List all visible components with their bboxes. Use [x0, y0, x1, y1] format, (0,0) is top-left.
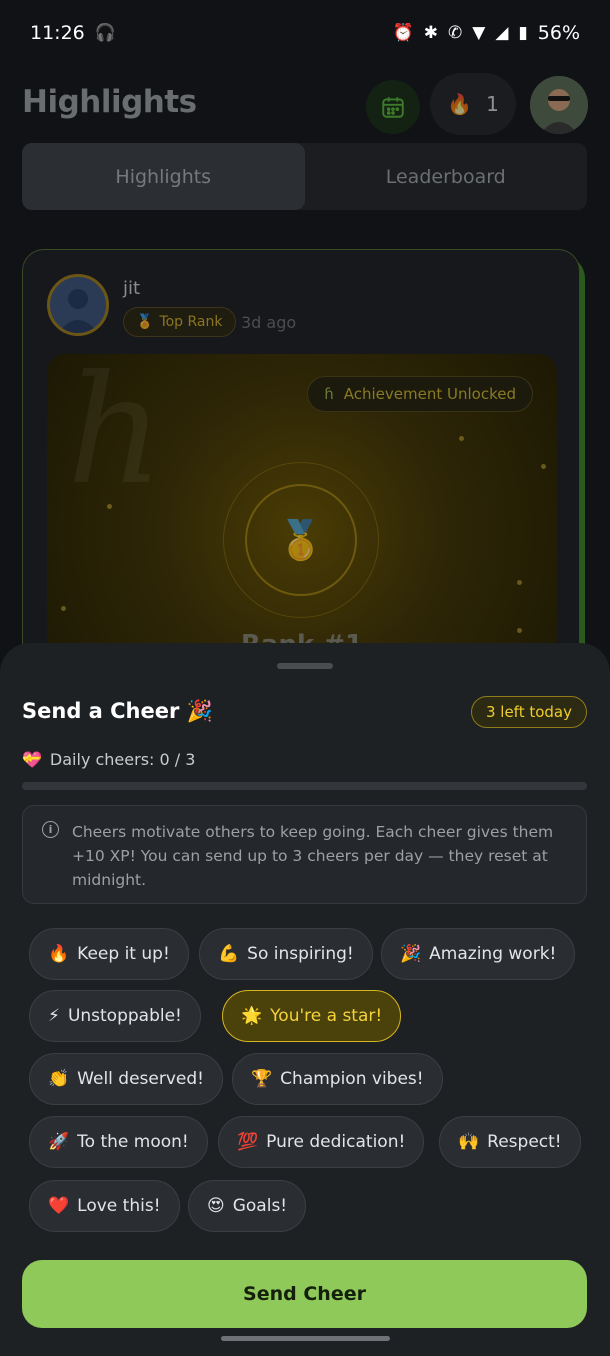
- chip-label: Goals!: [232, 1196, 288, 1216]
- alarm-icon: ⏰: [392, 22, 414, 43]
- cheer-chip-goals[interactable]: 😍 Goals!: [188, 1180, 307, 1232]
- cheers-left-badge: 3 left today: [470, 696, 587, 728]
- cheer-chip-well-deserved[interactable]: 👏 Well deserved!: [29, 1053, 223, 1105]
- medal-icon-large: 🥇: [245, 484, 357, 596]
- signal-icon: ◢: [495, 22, 509, 43]
- chip-label: Champion vibes!: [280, 1069, 424, 1089]
- cheer-chip-unstoppable[interactable]: ⚡ Unstoppable!: [29, 990, 201, 1042]
- profile-photo-icon: [530, 76, 588, 134]
- daily-cheers-progress: [22, 782, 587, 790]
- posted-time: 3d ago: [241, 313, 297, 332]
- chip-label: You're a star!: [270, 1006, 383, 1026]
- cheer-chip-amazing-work[interactable]: 🎉 Amazing work!: [381, 928, 576, 980]
- glowing-star-icon: 🌟: [241, 1005, 263, 1026]
- party-popper-icon: 🎉: [400, 943, 422, 964]
- sparkle: [459, 436, 464, 441]
- calendar-icon: [382, 97, 404, 118]
- streak-count: 1: [486, 92, 499, 116]
- status-bar: 11:26 🎧 ⏰ ✱ ✆ ▼ ◢ ▮ 56%: [0, 0, 610, 66]
- sheet-title: Send a Cheer 🎉: [22, 699, 213, 723]
- streak-counter[interactable]: 🔥 1: [430, 73, 516, 135]
- daily-cheers-label: Daily cheers: 0 / 3: [49, 750, 196, 769]
- rank-badge: 🏅 Top Rank: [123, 307, 236, 337]
- fire-icon: 🔥: [48, 943, 70, 964]
- achievement-badge-label: Achievement Unlocked: [343, 385, 516, 403]
- user-name: jit: [123, 278, 141, 299]
- fire-icon: 🔥: [447, 92, 473, 116]
- heart-eyes-icon: 😍: [207, 1195, 225, 1216]
- sparkle: [61, 606, 66, 611]
- hundred-points-icon: 💯: [237, 1131, 259, 1152]
- tab-highlights[interactable]: Highlights: [22, 143, 305, 210]
- chip-label: Well deserved!: [77, 1069, 204, 1089]
- cheer-chip-keep-it-up[interactable]: 🔥 Keep it up!: [29, 928, 189, 980]
- chip-label: Love this!: [77, 1196, 161, 1216]
- tab-leaderboard[interactable]: Leaderboard: [305, 143, 588, 210]
- medal-icon: 🏅: [136, 314, 154, 330]
- cheer-chip-love-this[interactable]: ❤️ Love this!: [29, 1180, 180, 1232]
- headphones-icon: 🎧: [94, 22, 116, 43]
- calendar-button[interactable]: [366, 80, 420, 134]
- cheer-chip-so-inspiring[interactable]: 💪 So inspiring!: [199, 928, 373, 980]
- rank-badge-label: Top Rank: [159, 314, 223, 330]
- achievement-banner: h ɦ Achievement Unlocked 🥇 Rank #1: [47, 354, 557, 668]
- cheer-chip-respect[interactable]: 🙌 Respect!: [439, 1116, 581, 1168]
- cheer-chip-youre-a-star[interactable]: 🌟 You're a star!: [222, 990, 402, 1042]
- achievement-badge: ɦ Achievement Unlocked: [307, 376, 533, 412]
- bluetooth-icon: ✱: [423, 22, 438, 43]
- lightning-icon: ⚡: [48, 1005, 60, 1026]
- app-logo-icon: ɦ: [324, 385, 334, 403]
- info-icon: i: [42, 821, 59, 838]
- chip-label: To the moon!: [77, 1132, 189, 1152]
- trophy-icon: 🏆: [251, 1068, 273, 1089]
- chip-label: Respect!: [487, 1132, 562, 1152]
- sparkle: [541, 464, 546, 469]
- user-avatar[interactable]: [47, 274, 109, 336]
- chip-label: Amazing work!: [429, 944, 557, 964]
- battery-percent: 56%: [537, 22, 580, 44]
- chip-label: Unstoppable!: [67, 1006, 182, 1026]
- wifi-calling-icon: ✆: [448, 22, 463, 43]
- raised-hands-icon: 🙌: [458, 1131, 480, 1152]
- chip-label: Keep it up!: [77, 944, 170, 964]
- send-cheer-sheet: Send a Cheer 🎉 3 left today 💝 Daily chee…: [0, 643, 610, 1356]
- info-text: Cheers motivate others to keep going. Ea…: [72, 823, 554, 889]
- daily-cheers-row: 💝 Daily cheers: 0 / 3: [22, 750, 195, 769]
- chip-label: So inspiring!: [247, 944, 354, 964]
- profile-avatar[interactable]: [530, 76, 588, 134]
- clapping-hands-icon: 👏: [48, 1068, 70, 1089]
- page-title: Highlights: [22, 84, 197, 120]
- user-placeholder-icon: [58, 289, 98, 333]
- cheer-chip-pure-dedication[interactable]: 💯 Pure dedication!: [218, 1116, 425, 1168]
- handshake-icon: 💝: [22, 750, 42, 769]
- red-heart-icon: ❤️: [48, 1195, 70, 1216]
- flexed-biceps-icon: 💪: [218, 943, 240, 964]
- segmented-tabs: Highlights Leaderboard: [22, 143, 587, 210]
- sparkle: [517, 580, 522, 585]
- sparkle: [107, 504, 112, 509]
- battery-icon: ▮: [518, 22, 528, 43]
- cheer-chip-champion-vibes[interactable]: 🏆 Champion vibes!: [232, 1053, 443, 1105]
- sheet-drag-handle[interactable]: [277, 663, 333, 669]
- send-cheer-button[interactable]: Send Cheer: [22, 1260, 587, 1328]
- home-indicator[interactable]: [221, 1336, 390, 1341]
- info-box: i Cheers motivate others to keep going. …: [22, 805, 587, 904]
- rocket-icon: 🚀: [48, 1131, 70, 1152]
- logo-watermark: h: [67, 354, 164, 518]
- wifi-icon: ▼: [472, 22, 486, 43]
- chip-label: Pure dedication!: [266, 1132, 406, 1152]
- highlight-card[interactable]: jit 🏅 Top Rank 3d ago h ɦ Achievement Un…: [22, 249, 580, 669]
- status-time: 11:26: [30, 22, 85, 44]
- cheer-chip-to-the-moon[interactable]: 🚀 To the moon!: [29, 1116, 208, 1168]
